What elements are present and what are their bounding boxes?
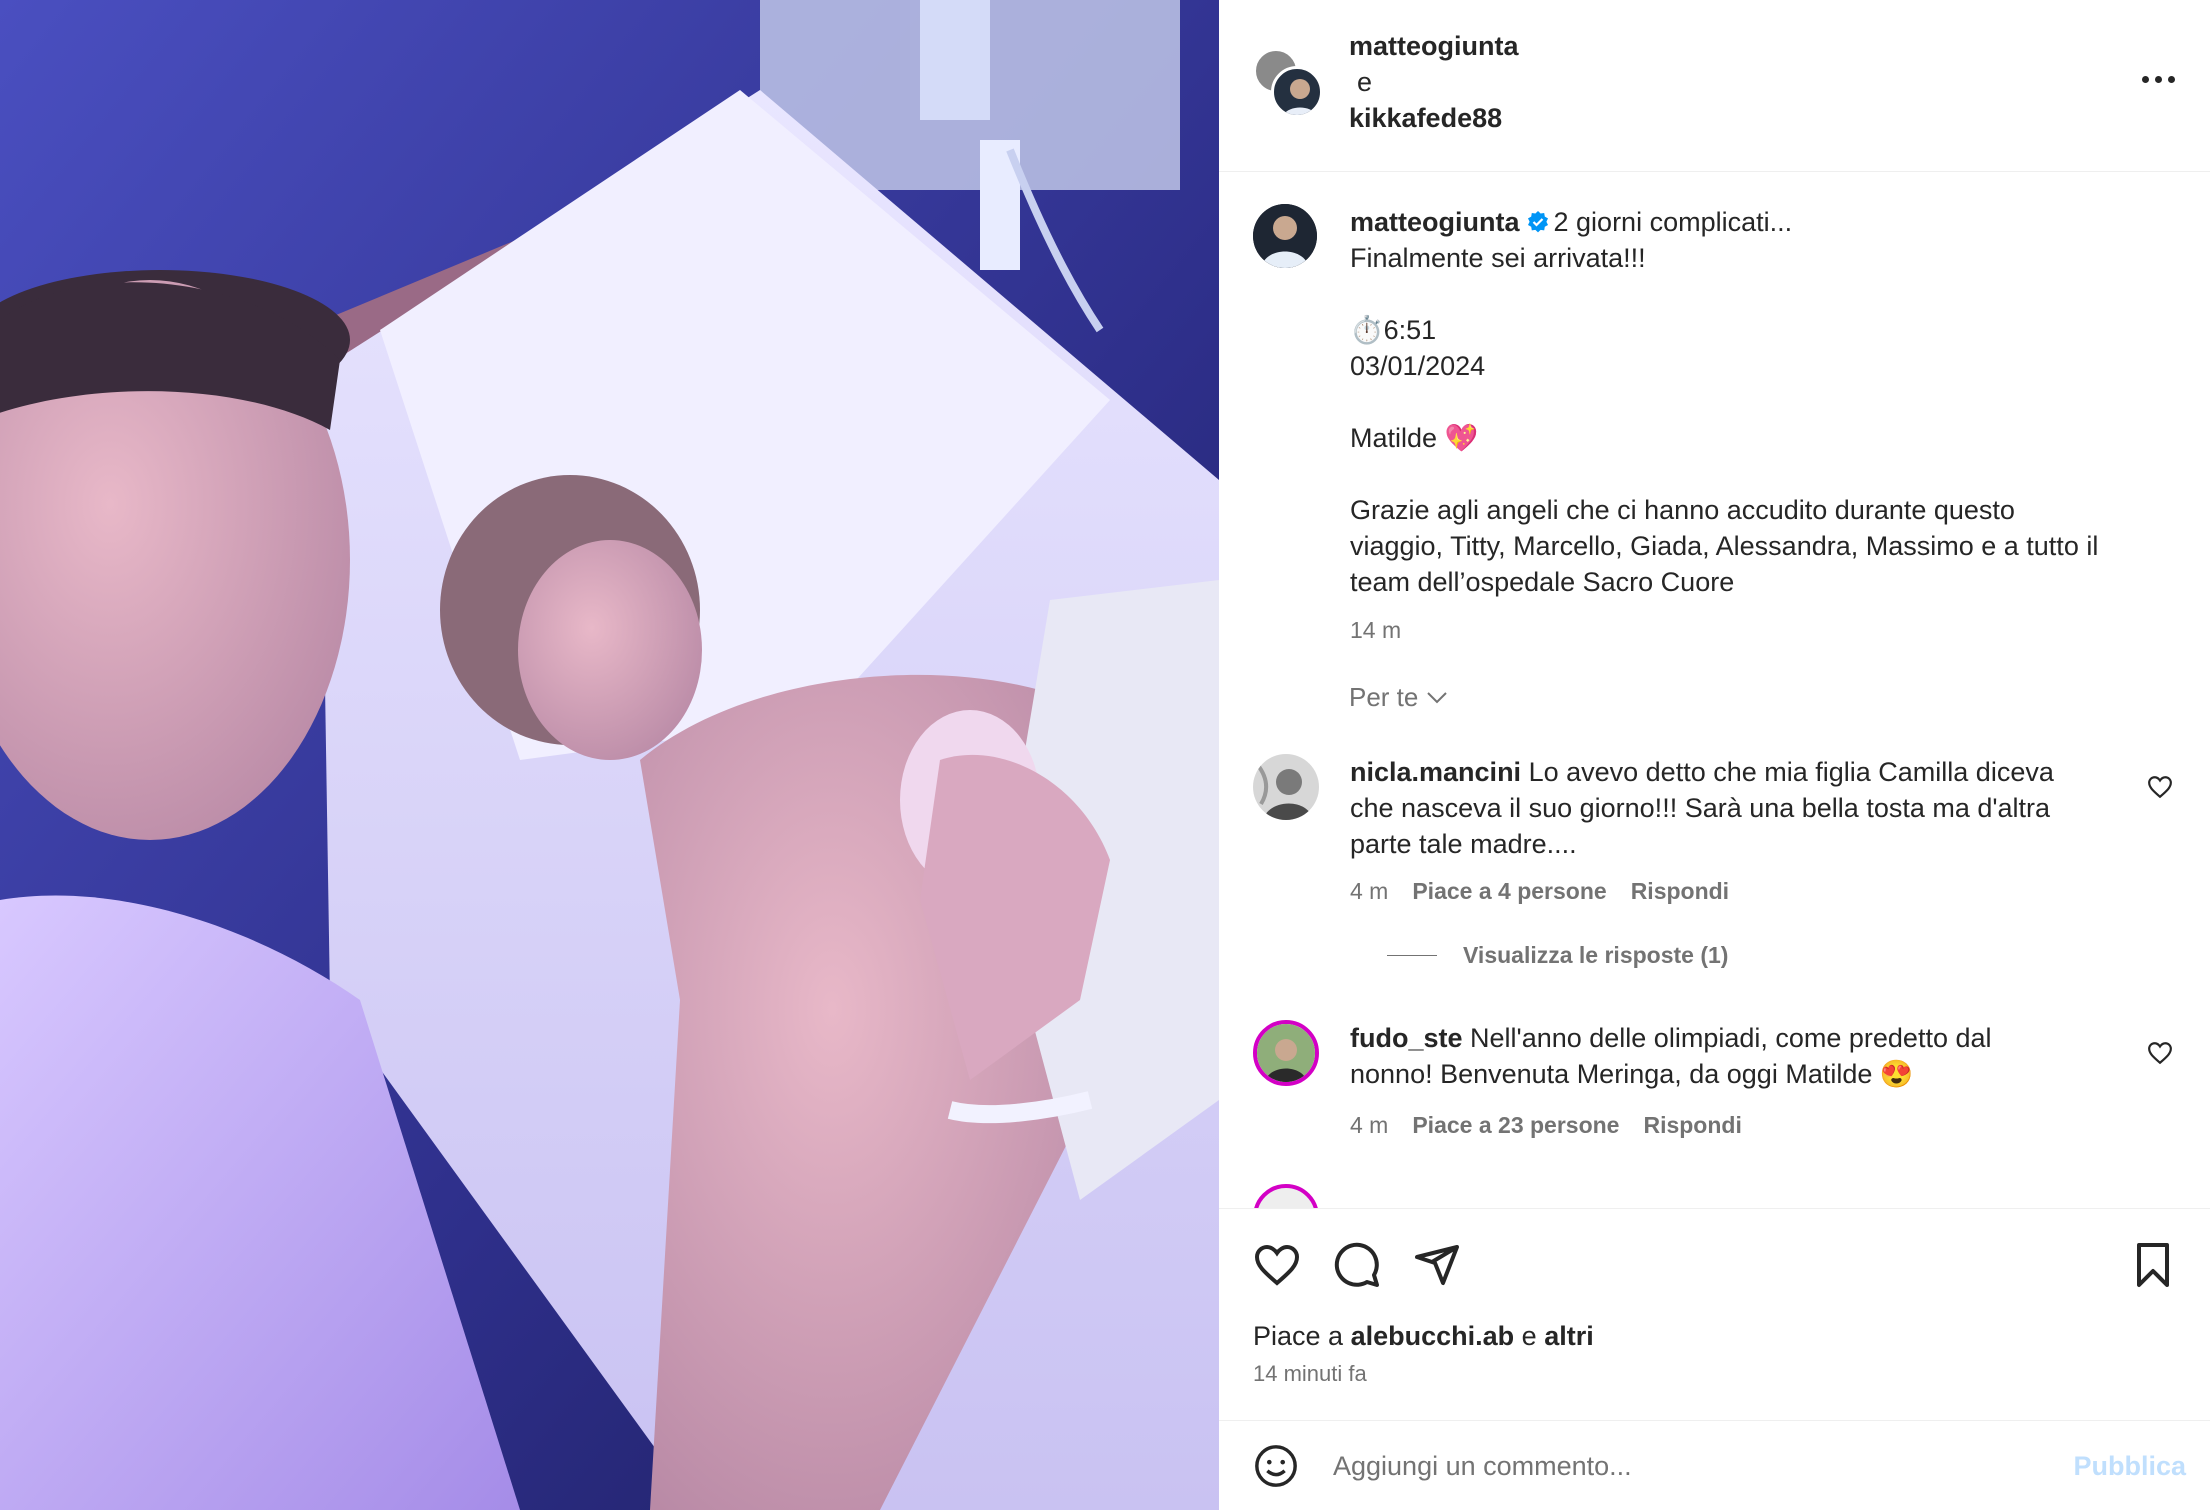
comment-filter-label: Per te: [1349, 682, 1419, 712]
comments-section[interactable]: matteogiunta 2 giorni complicati... Final…: [1219, 172, 2210, 1208]
likes-conjunction: e: [1521, 1321, 1537, 1351]
caption-line: Finalmente sei arrivata!!!: [1350, 243, 1646, 273]
comment-likes[interactable]: Piace a 4 persone: [1412, 878, 1606, 905]
caption-time: 14 m: [1350, 617, 1402, 643]
comment-line: parte tale madre....: [1350, 829, 1577, 859]
comment-meta: 4 m Piace a 4 persone Rispondi: [1350, 878, 1729, 905]
more-options-icon[interactable]: [2136, 64, 2180, 94]
caption-line: 2 giorni complicati...: [1553, 207, 1793, 237]
comment-line: nonno! Benvenuta Meringa, da oggi Matild…: [1350, 1059, 1914, 1089]
caption-line: team dell’ospedale Sacro Cuore: [1350, 567, 1735, 597]
likes-summary: Piace a alebucchi.ab e altri: [1253, 1321, 1594, 1352]
comment-line: Lo avevo detto che mia figlia Camilla di…: [1528, 757, 2054, 787]
likes-prefix: Piace a: [1253, 1321, 1344, 1351]
comment-text: fudo_ste Nell'anno delle olimpiadi, come…: [1350, 1020, 2130, 1092]
caption-text: matteogiunta 2 giorni complicati... Final…: [1350, 204, 2180, 648]
caption-line: [1350, 456, 2180, 492]
reply-button[interactable]: Rispondi: [1631, 878, 1729, 905]
publish-button[interactable]: Pubblica: [2073, 1451, 2186, 1482]
header-username-1[interactable]: matteogiunta: [1349, 28, 1519, 64]
comment-line: Nell'anno delle olimpiadi, come predetto…: [1470, 1023, 1992, 1053]
verified-badge-icon: [1526, 207, 1550, 233]
comment-icon[interactable]: [1333, 1241, 1381, 1289]
avatar[interactable]: [1253, 1020, 1319, 1086]
comment-input[interactable]: [1333, 1441, 2033, 1491]
post-header: matteogiunta e kikkafede88: [1219, 0, 2210, 172]
add-comment-bar: Pubblica: [1219, 1420, 2210, 1510]
comment-text: nicla.mancini Lo avevo detto che mia fig…: [1350, 754, 2130, 862]
collab-usernames: matteogiunta e kikkafede88: [1349, 28, 1519, 136]
caption-line: Grazie agli angeli che ci hanno accudito…: [1350, 495, 2015, 525]
caption-line: 03/01/2024: [1350, 351, 1486, 381]
header-conjunction: e: [1357, 67, 1373, 97]
post-time: 14 minuti fa: [1253, 1361, 1367, 1386]
caption-line: Matilde 💖: [1350, 423, 1479, 453]
caption-line: [1350, 276, 2180, 312]
share-icon[interactable]: [1413, 1241, 1461, 1289]
caption-line: [1350, 384, 2180, 420]
avatar[interactable]: [1253, 204, 1317, 268]
post-photo[interactable]: [0, 0, 1219, 1510]
reply-button[interactable]: Rispondi: [1643, 1112, 1741, 1139]
heart-icon[interactable]: [1253, 1241, 1301, 1289]
avatar[interactable]: [1253, 1184, 1319, 1208]
emoji-icon[interactable]: [1253, 1443, 1299, 1489]
avatar[interactable]: [1253, 754, 1319, 820]
heart-icon[interactable]: [2147, 774, 2173, 800]
comment-time: 4 m: [1350, 878, 1389, 904]
comment-time: 4 m: [1350, 1112, 1389, 1138]
bookmark-icon[interactable]: [2129, 1241, 2177, 1289]
replies-divider: [1387, 955, 1437, 956]
caption-username[interactable]: matteogiunta: [1350, 207, 1520, 237]
liked-by-others[interactable]: altri: [1544, 1321, 1594, 1351]
header-username-2[interactable]: kikkafede88: [1349, 100, 1519, 136]
comment-likes[interactable]: Piace a 23 persone: [1412, 1112, 1619, 1139]
heart-icon[interactable]: [2147, 1040, 2173, 1066]
view-replies-label: Visualizza le risposte (1): [1463, 942, 1729, 968]
collab-avatars[interactable]: [1253, 48, 1323, 118]
view-replies-button[interactable]: Visualizza le risposte (1): [1387, 942, 1728, 969]
comment-meta: 4 m Piace a 23 persone Rispondi: [1350, 1112, 1742, 1139]
caption-line: viaggio, Titty, Marcello, Giada, Alessan…: [1350, 531, 2099, 561]
caption-line: ⏱️6:51: [1350, 315, 1437, 345]
comment-filter-dropdown[interactable]: Per te: [1349, 682, 1448, 713]
avatar[interactable]: [1271, 66, 1323, 118]
liked-by-user[interactable]: alebucchi.ab: [1351, 1321, 1515, 1351]
comment-username[interactable]: fudo_ste: [1350, 1023, 1463, 1053]
comment-line: che nasceva il suo giorno!!! Sarà una be…: [1350, 793, 2051, 823]
chevron-down-icon: [1427, 691, 1448, 703]
caption-first-line: matteogiunta 2 giorni complicati...: [1350, 204, 2180, 240]
post-actions: Piace a alebucchi.ab e altri 14 minuti f…: [1219, 1208, 2210, 1420]
comment-username[interactable]: nicla.mancini: [1350, 757, 1521, 787]
post-details-panel: matteogiunta e kikkafede88 matteogiunta 2…: [1219, 0, 2210, 1510]
